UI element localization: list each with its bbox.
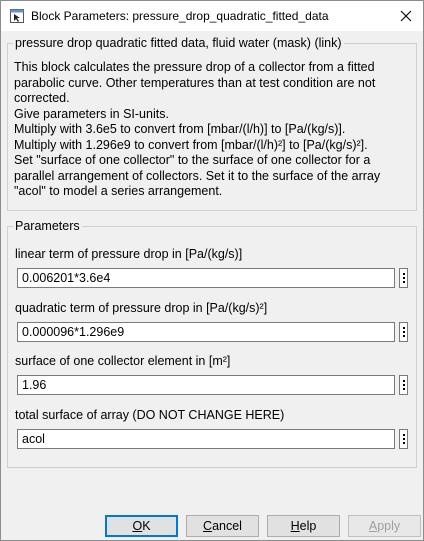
parameters-group: Parameters linear term of pressure drop … — [7, 219, 417, 468]
description-line: parallel arrangement of collectors. Set … — [14, 168, 381, 183]
collector-surface-label: surface of one collector element in [m²] — [15, 354, 231, 368]
quadratic-term-input[interactable] — [17, 322, 395, 342]
description-line: Set "surface of one collector" to the su… — [14, 153, 371, 167]
description-legend: pressure drop quadratic fitted data, flu… — [13, 36, 344, 50]
help-button[interactable]: Help — [267, 515, 340, 537]
description-line: corrected. — [14, 91, 70, 105]
cancel-mnemonic: C — [203, 519, 213, 533]
linear-term-options-button[interactable] — [399, 268, 408, 288]
apply-mnemonic: A — [368, 519, 378, 533]
help-label-rest: elp — [299, 519, 317, 533]
window-title: Block Parameters: pressure_drop_quadrati… — [31, 9, 329, 23]
linear-term-label: linear term of pressure drop in [Pa/(kg/… — [15, 247, 243, 261]
ok-mnemonic: O — [132, 519, 143, 533]
apply-button[interactable]: Apply — [348, 515, 421, 537]
block-parameters-icon — [10, 9, 24, 23]
cancel-button[interactable]: Cancel — [186, 515, 259, 537]
linear-term-input[interactable] — [17, 268, 395, 288]
description-line: parabolic curve. Other temperatures than… — [14, 75, 376, 90]
ok-button[interactable]: OK — [105, 515, 178, 537]
description-group: pressure drop quadratic fitted data, flu… — [7, 36, 417, 211]
ok-label-rest: K — [142, 519, 151, 533]
description-line: Multiply with 3.6e5 to convert from [mba… — [14, 122, 346, 136]
description-line: "acol" to model a series arrangement. — [14, 184, 223, 198]
apply-label-rest: pply — [377, 519, 401, 533]
total-surface-label: total surface of array (DO NOT CHANGE HE… — [15, 408, 285, 422]
close-icon — [400, 10, 412, 22]
quadratic-term-options-button[interactable] — [399, 322, 408, 342]
collector-surface-input[interactable] — [17, 375, 395, 395]
parameters-legend: Parameters — [13, 219, 82, 233]
title-bar: Block Parameters: pressure_drop_quadrati… — [1, 1, 423, 31]
description-line: Multiply with 1.296e9 to convert from [m… — [14, 137, 368, 152]
close-button[interactable] — [389, 1, 423, 31]
quadratic-term-label: quadratic term of pressure drop in [Pa/(… — [15, 301, 268, 315]
block-description: This block calculates the pressure drop … — [14, 60, 410, 200]
total-surface-input[interactable] — [17, 429, 395, 449]
description-line: Give parameters in SI-units. — [14, 106, 169, 121]
block-parameters-dialog: Block Parameters: pressure_drop_quadrati… — [0, 0, 424, 541]
description-line: This block calculates the pressure drop … — [14, 60, 375, 74]
collector-surface-options-button[interactable] — [399, 375, 408, 395]
help-mnemonic: H — [290, 519, 300, 533]
total-surface-options-button[interactable] — [399, 429, 408, 449]
cancel-label-rest: ancel — [212, 519, 242, 533]
